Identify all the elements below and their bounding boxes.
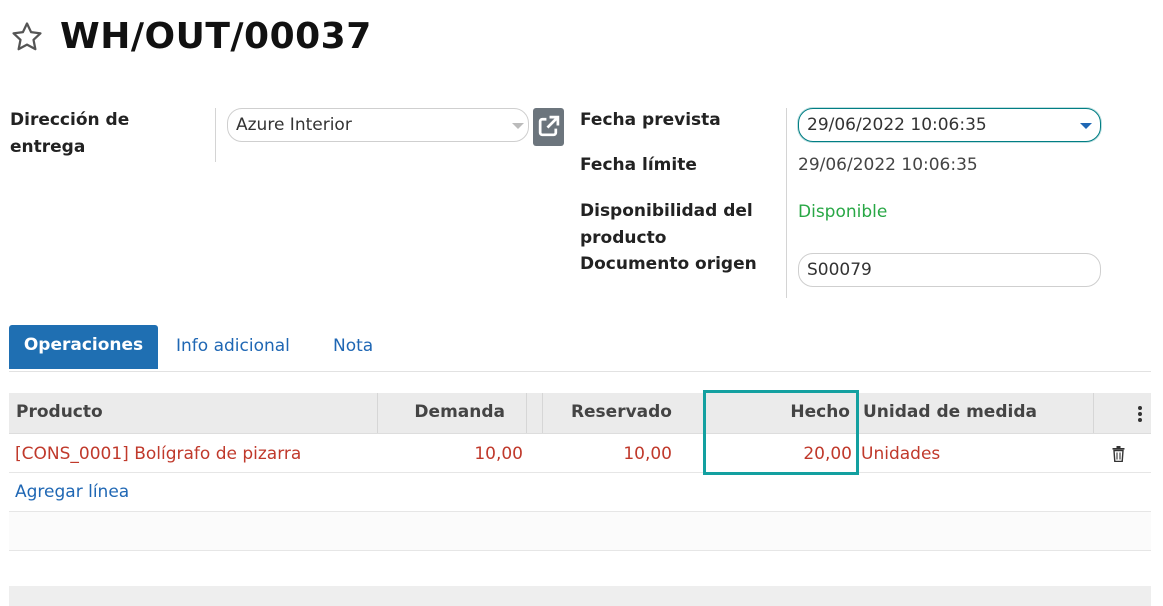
uom-cell[interactable]: Unidades <box>861 434 940 464</box>
operations-table: Producto Demanda Reservado Hecho Unidad … <box>9 393 1151 551</box>
trash-icon[interactable] <box>1112 446 1125 462</box>
scheduled-date-value: 29/06/2022 10:06:35 <box>807 115 987 135</box>
origin-label: Documento origen <box>580 254 757 274</box>
deadline-label: Fecha límite <box>580 155 697 175</box>
divider <box>786 108 787 298</box>
external-link-icon <box>538 115 560 137</box>
chevron-down-icon[interactable] <box>1080 123 1092 129</box>
product-cell[interactable]: [CONS_0001] Bolígrafo de pizarra <box>15 434 301 464</box>
footer-bar <box>9 586 1151 606</box>
scheduled-date-label: Fecha prevista <box>580 110 721 130</box>
column-separator <box>526 393 527 433</box>
tab-note[interactable]: Nota <box>333 325 373 369</box>
availability-label: Disponibilidad del producto <box>580 201 753 248</box>
delivery-address-label: Dirección de entrega <box>10 110 130 157</box>
origin-field[interactable]: S00079 <box>798 253 1101 287</box>
add-line-link[interactable]: Agregar línea <box>15 482 129 502</box>
title-row: WH/OUT/00037 <box>10 16 372 57</box>
column-demand[interactable]: Demanda <box>378 393 505 433</box>
deadline-value: 29/06/2022 10:06:35 <box>798 155 978 175</box>
table-header: Producto Demanda Reservado Hecho Unidad … <box>9 393 1151 434</box>
chevron-down-icon[interactable] <box>512 123 524 129</box>
tab-additional-info[interactable]: Info adicional <box>176 325 290 369</box>
column-options-icon[interactable] <box>1137 405 1143 423</box>
demand-cell[interactable]: 10,00 <box>378 434 523 464</box>
notebook-tabs: Operaciones Info adicional Nota <box>9 325 1151 372</box>
reserved-cell[interactable]: 10,00 <box>543 434 672 464</box>
done-column-highlight <box>703 390 859 475</box>
delivery-address-value: Azure Interior <box>236 115 352 135</box>
column-separator <box>1093 393 1094 433</box>
scheduled-date-field[interactable]: 29/06/2022 10:06:35 <box>798 108 1101 142</box>
column-uom[interactable]: Unidad de medida <box>863 393 1037 433</box>
table-row[interactable]: [CONS_0001] Bolígrafo de pizarra 10,00 1… <box>9 434 1151 473</box>
empty-row <box>9 512 1151 551</box>
add-line-row: Agregar línea <box>9 473 1151 512</box>
star-icon[interactable] <box>10 20 44 54</box>
origin-value: S00079 <box>807 260 872 280</box>
tab-operations[interactable]: Operaciones <box>9 325 158 369</box>
page-title: WH/OUT/00037 <box>60 16 372 57</box>
divider <box>215 108 216 162</box>
availability-value: Disponible <box>798 202 888 222</box>
column-reserved[interactable]: Reservado <box>543 393 672 433</box>
delivery-address-field[interactable]: Azure Interior <box>227 108 529 142</box>
external-link-button[interactable] <box>533 108 564 146</box>
column-product[interactable]: Producto <box>16 393 103 433</box>
